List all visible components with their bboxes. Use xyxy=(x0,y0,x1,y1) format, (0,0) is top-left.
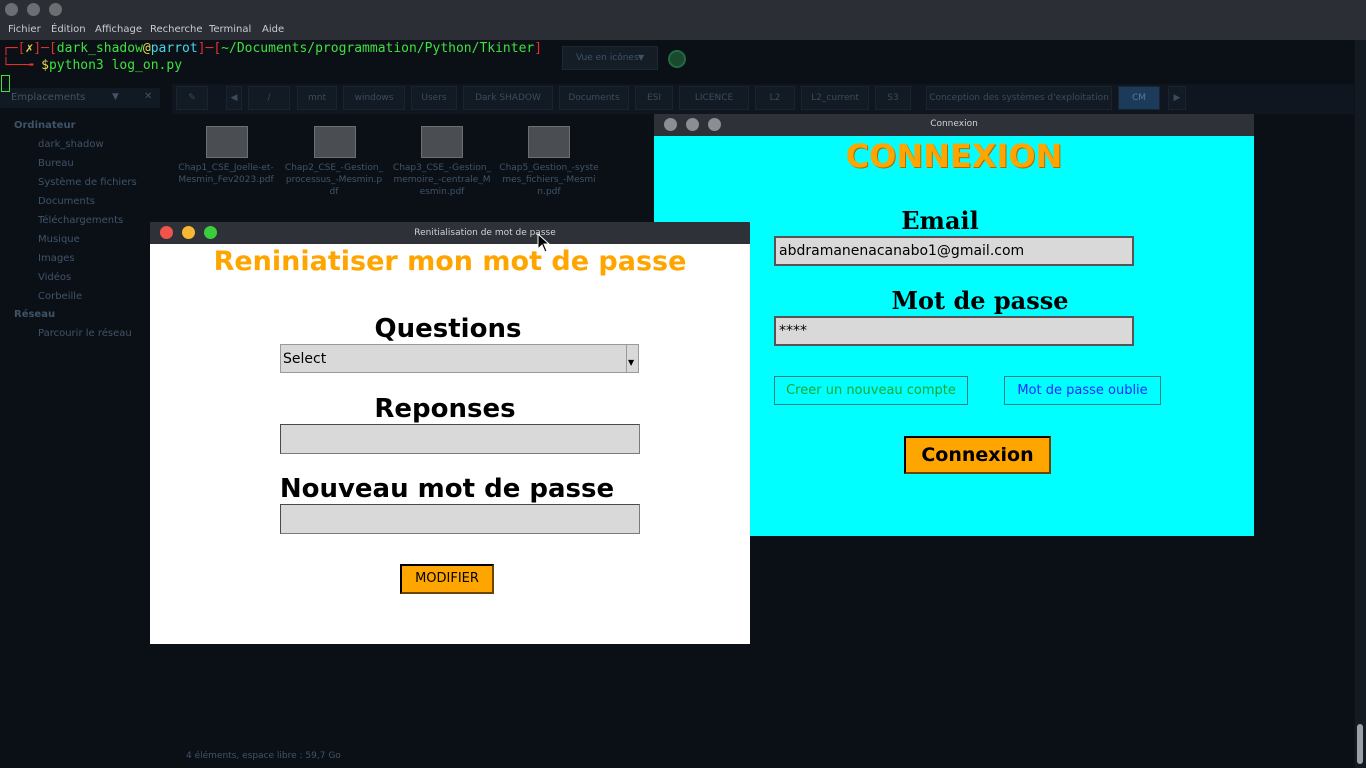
fm-sidebar-item: Système de fichiers xyxy=(38,177,137,188)
chevron-down-icon: ▼ xyxy=(628,358,635,367)
reset-heading: Reniniatiser mon mot de passe xyxy=(213,246,687,277)
reset-close-button[interactable] xyxy=(160,226,173,239)
fm-crumb: L2_current xyxy=(801,86,869,110)
prompt-at: @ xyxy=(142,41,151,56)
password-label: Mot de passe xyxy=(891,286,1069,315)
terminal-prompt-line2: └──╼ $python3 log_on.py xyxy=(2,58,182,73)
fm-crumb: LICENCE xyxy=(679,86,749,110)
modify-button[interactable]: MODIFIER xyxy=(400,564,494,594)
prompt-user: dark_shadow xyxy=(56,41,143,56)
fm-crumb: S3 xyxy=(875,86,911,110)
terminal-menubar: Fichier Édition Affichage Recherche Term… xyxy=(0,20,1366,40)
pdf-file-icon xyxy=(528,126,570,158)
connexion-heading: CONNEXION xyxy=(845,137,1063,175)
terminal-cursor xyxy=(1,75,10,92)
fm-section-reseau: Réseau xyxy=(14,309,56,320)
email-label: Email xyxy=(901,206,979,235)
menu-affichage[interactable]: Affichage xyxy=(95,24,142,35)
fm-sidebar-item: Images xyxy=(38,253,75,264)
prompt-dollar: $ xyxy=(41,58,49,73)
create-account-button[interactable]: Creer un nouveau compte xyxy=(774,376,968,405)
terminal-titlebar xyxy=(0,0,1366,20)
fm-sidebar-item: Bureau xyxy=(38,158,74,169)
reset-window-title: Renitialisation de mot de passe xyxy=(414,228,556,238)
fm-crumb: L2 xyxy=(755,86,795,110)
pdf-file-icon xyxy=(206,126,248,158)
new-password-label: Nouveau mot de passe xyxy=(279,474,615,504)
mouse-cursor-icon xyxy=(537,233,551,253)
terminal-prompt-line1: ┌─[✗]─[dark_shadow@parrot]─[~/Documents/… xyxy=(2,41,542,56)
fm-view-select-label: Vue en icônes xyxy=(576,53,639,63)
password-field-value: **** xyxy=(779,323,807,339)
fm-crumb: windows xyxy=(343,86,405,110)
terminal-maximize-button[interactable] xyxy=(49,3,62,16)
questions-select-value: Select xyxy=(283,351,327,367)
pdf-file-icon xyxy=(314,126,356,158)
prompt-host: parrot xyxy=(150,41,198,56)
prompt-corner-bottom: └──╼ xyxy=(2,58,42,73)
forgot-password-button[interactable]: Mot de passe oublie xyxy=(1004,376,1161,405)
fm-crumb: Conception des systèmes d'exploitation xyxy=(926,86,1112,110)
prompt-sep: ]─[ xyxy=(197,41,222,56)
menu-recherche[interactable]: Recherche xyxy=(150,24,203,35)
questions-select[interactable]: Select ▼ xyxy=(280,344,639,373)
fm-crumb: ESI xyxy=(635,86,673,110)
fm-file-name: Chap2_CSE_-Gestion_processus_-Mesmin.pdf xyxy=(284,163,384,197)
connexion-window-title: Connexion xyxy=(930,119,978,129)
fm-sidebar-header-label: Emplacements xyxy=(11,92,86,103)
questions-label: Questions xyxy=(374,314,522,344)
fm-path-back-icon: ◀ xyxy=(226,86,242,110)
fm-file-name: Chap5_Gestion_-systemes_fichiers_-Mesmin… xyxy=(499,163,599,197)
menu-edition[interactable]: Édition xyxy=(51,24,86,35)
fm-crumb: Users xyxy=(411,86,457,110)
fm-crumb: mnt xyxy=(297,86,337,110)
prompt-path: ~/Documents/programmation/Python/Tkinter xyxy=(221,41,535,56)
fm-crumb: Dark SHADOW xyxy=(463,86,553,110)
fm-sidebar-dropdown-icon: ▼ xyxy=(112,92,119,102)
answers-field[interactable] xyxy=(280,424,640,454)
email-field-value: abdramanenacanabo1@gmail.com xyxy=(779,243,1025,259)
fm-sidebar-item: Téléchargements xyxy=(38,215,124,226)
fm-sidebar-item: Musique xyxy=(38,234,80,245)
fm-file-name: Chap3_CSE_-Gestion_memoire_-centrale_Mes… xyxy=(392,163,492,197)
fm-status-bar: 4 éléments, espace libre : 59,7 Go xyxy=(186,751,341,761)
menu-aide[interactable]: Aide xyxy=(262,24,284,35)
fm-edit-path-button: ✎ xyxy=(176,86,208,110)
answers-label: Reponses xyxy=(374,394,516,424)
fm-sidebar-close-icon: ✕ xyxy=(144,91,153,102)
terminal-scrollbar-thumb[interactable] xyxy=(1357,724,1363,764)
fm-sidebar-item: dark_shadow xyxy=(38,139,104,150)
fm-crumb: Documents xyxy=(559,86,629,110)
fm-view-select-chevron-icon: ▼ xyxy=(638,53,645,62)
questions-select-arrow[interactable]: ▼ xyxy=(626,345,638,372)
prompt-close: ] xyxy=(534,41,543,56)
new-password-field[interactable] xyxy=(280,504,640,534)
pdf-file-icon xyxy=(421,126,463,158)
email-field[interactable]: abdramanenacanabo1@gmail.com xyxy=(774,236,1134,266)
prompt-corner-top: ┌─[ xyxy=(2,41,26,56)
fm-toolbar-globe-icon xyxy=(668,50,686,68)
fm-section-ordinateur: Ordinateur xyxy=(14,120,76,131)
terminal-minimize-button[interactable] xyxy=(27,3,40,16)
password-field[interactable]: **** xyxy=(774,316,1134,346)
menu-terminal[interactable]: Terminal xyxy=(209,24,251,35)
terminal-command: python3 log_on.py xyxy=(48,58,183,73)
fm-sidebar-item: Documents xyxy=(38,196,96,207)
fm-file-name: Chap1_CSE_Joelle-et-Mesmin_Fev2023.pdf xyxy=(178,163,274,185)
fm-sidebar-item: Corbeille xyxy=(38,291,83,302)
terminal-scrollbar[interactable] xyxy=(1355,40,1366,768)
fm-crumb-root: / xyxy=(248,86,290,110)
terminal-close-button[interactable] xyxy=(5,3,18,16)
fm-sidebar-item: Parcourir le réseau xyxy=(38,328,132,339)
fm-crumb-current: CM xyxy=(1118,86,1160,110)
prompt-sep: ]─[ xyxy=(33,41,57,56)
fm-path-forward-icon: ▶ xyxy=(1168,86,1186,110)
connexion-submit-button[interactable]: Connexion xyxy=(904,436,1051,474)
menu-fichier[interactable]: Fichier xyxy=(8,24,41,35)
fm-sidebar-item: Vidéos xyxy=(38,272,72,283)
